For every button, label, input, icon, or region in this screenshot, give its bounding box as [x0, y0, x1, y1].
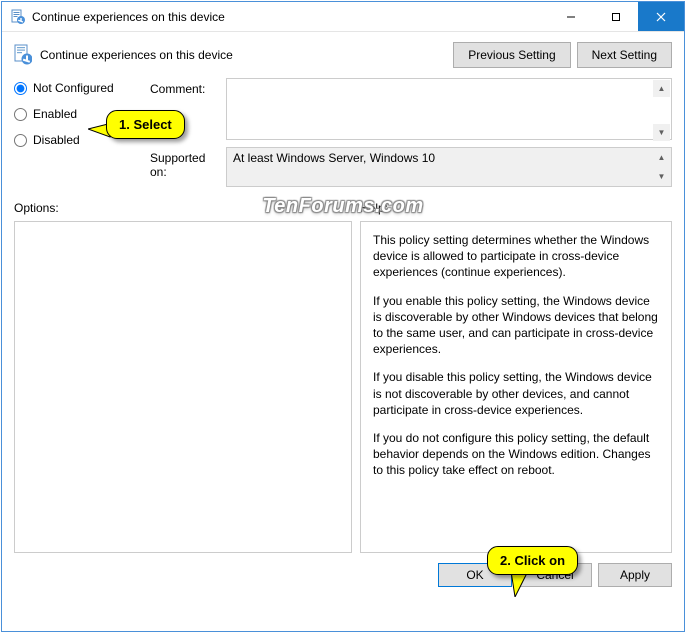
radio-disabled-input[interactable] — [14, 134, 27, 147]
radio-enabled-input[interactable] — [14, 108, 27, 121]
radio-not-configured[interactable]: Not Configured — [14, 81, 144, 95]
radio-disabled-label: Disabled — [33, 133, 80, 147]
apply-button[interactable]: Apply — [598, 563, 672, 587]
help-text-p2: If you enable this policy setting, the W… — [373, 293, 659, 358]
supported-on-label: Supported on: — [150, 147, 220, 187]
help-text-p3: If you disable this policy setting, the … — [373, 369, 659, 418]
callout-click-on: 2. Click on — [487, 546, 578, 575]
scroll-down-icon[interactable]: ▼ — [653, 124, 670, 141]
radio-not-configured-label: Not Configured — [33, 81, 114, 95]
scroll-down-icon[interactable]: ▼ — [653, 168, 670, 185]
supported-on-field: At least Windows Server, Windows 10 ▲ ▼ — [226, 147, 672, 187]
scroll-up-icon[interactable]: ▲ — [653, 149, 670, 166]
scroll-up-icon[interactable]: ▲ — [653, 80, 670, 97]
previous-setting-button[interactable]: Previous Setting — [453, 42, 570, 68]
policy-document-icon — [14, 44, 32, 66]
radio-not-configured-input[interactable] — [14, 82, 27, 95]
next-setting-button[interactable]: Next Setting — [577, 42, 672, 68]
minimize-button[interactable] — [548, 2, 593, 31]
maximize-button[interactable] — [593, 2, 638, 31]
supported-on-value: At least Windows Server, Windows 10 — [233, 151, 435, 165]
page-title: Continue experiences on this device — [40, 48, 233, 62]
callout-select: 1. Select — [106, 110, 185, 139]
help-label: Help: — [360, 201, 672, 215]
comment-input[interactable] — [226, 78, 672, 140]
policy-icon — [10, 9, 26, 25]
options-panel — [14, 221, 352, 553]
radio-enabled-label: Enabled — [33, 107, 77, 121]
help-text-p4: If you do not configure this policy sett… — [373, 430, 659, 479]
close-button[interactable] — [638, 2, 684, 31]
help-text-p1: This policy setting determines whether t… — [373, 232, 659, 281]
options-label: Options: — [14, 201, 352, 215]
help-panel: This policy setting determines whether t… — [360, 221, 672, 553]
window-title: Continue experiences on this device — [32, 10, 548, 24]
titlebar: Continue experiences on this device — [2, 2, 684, 32]
